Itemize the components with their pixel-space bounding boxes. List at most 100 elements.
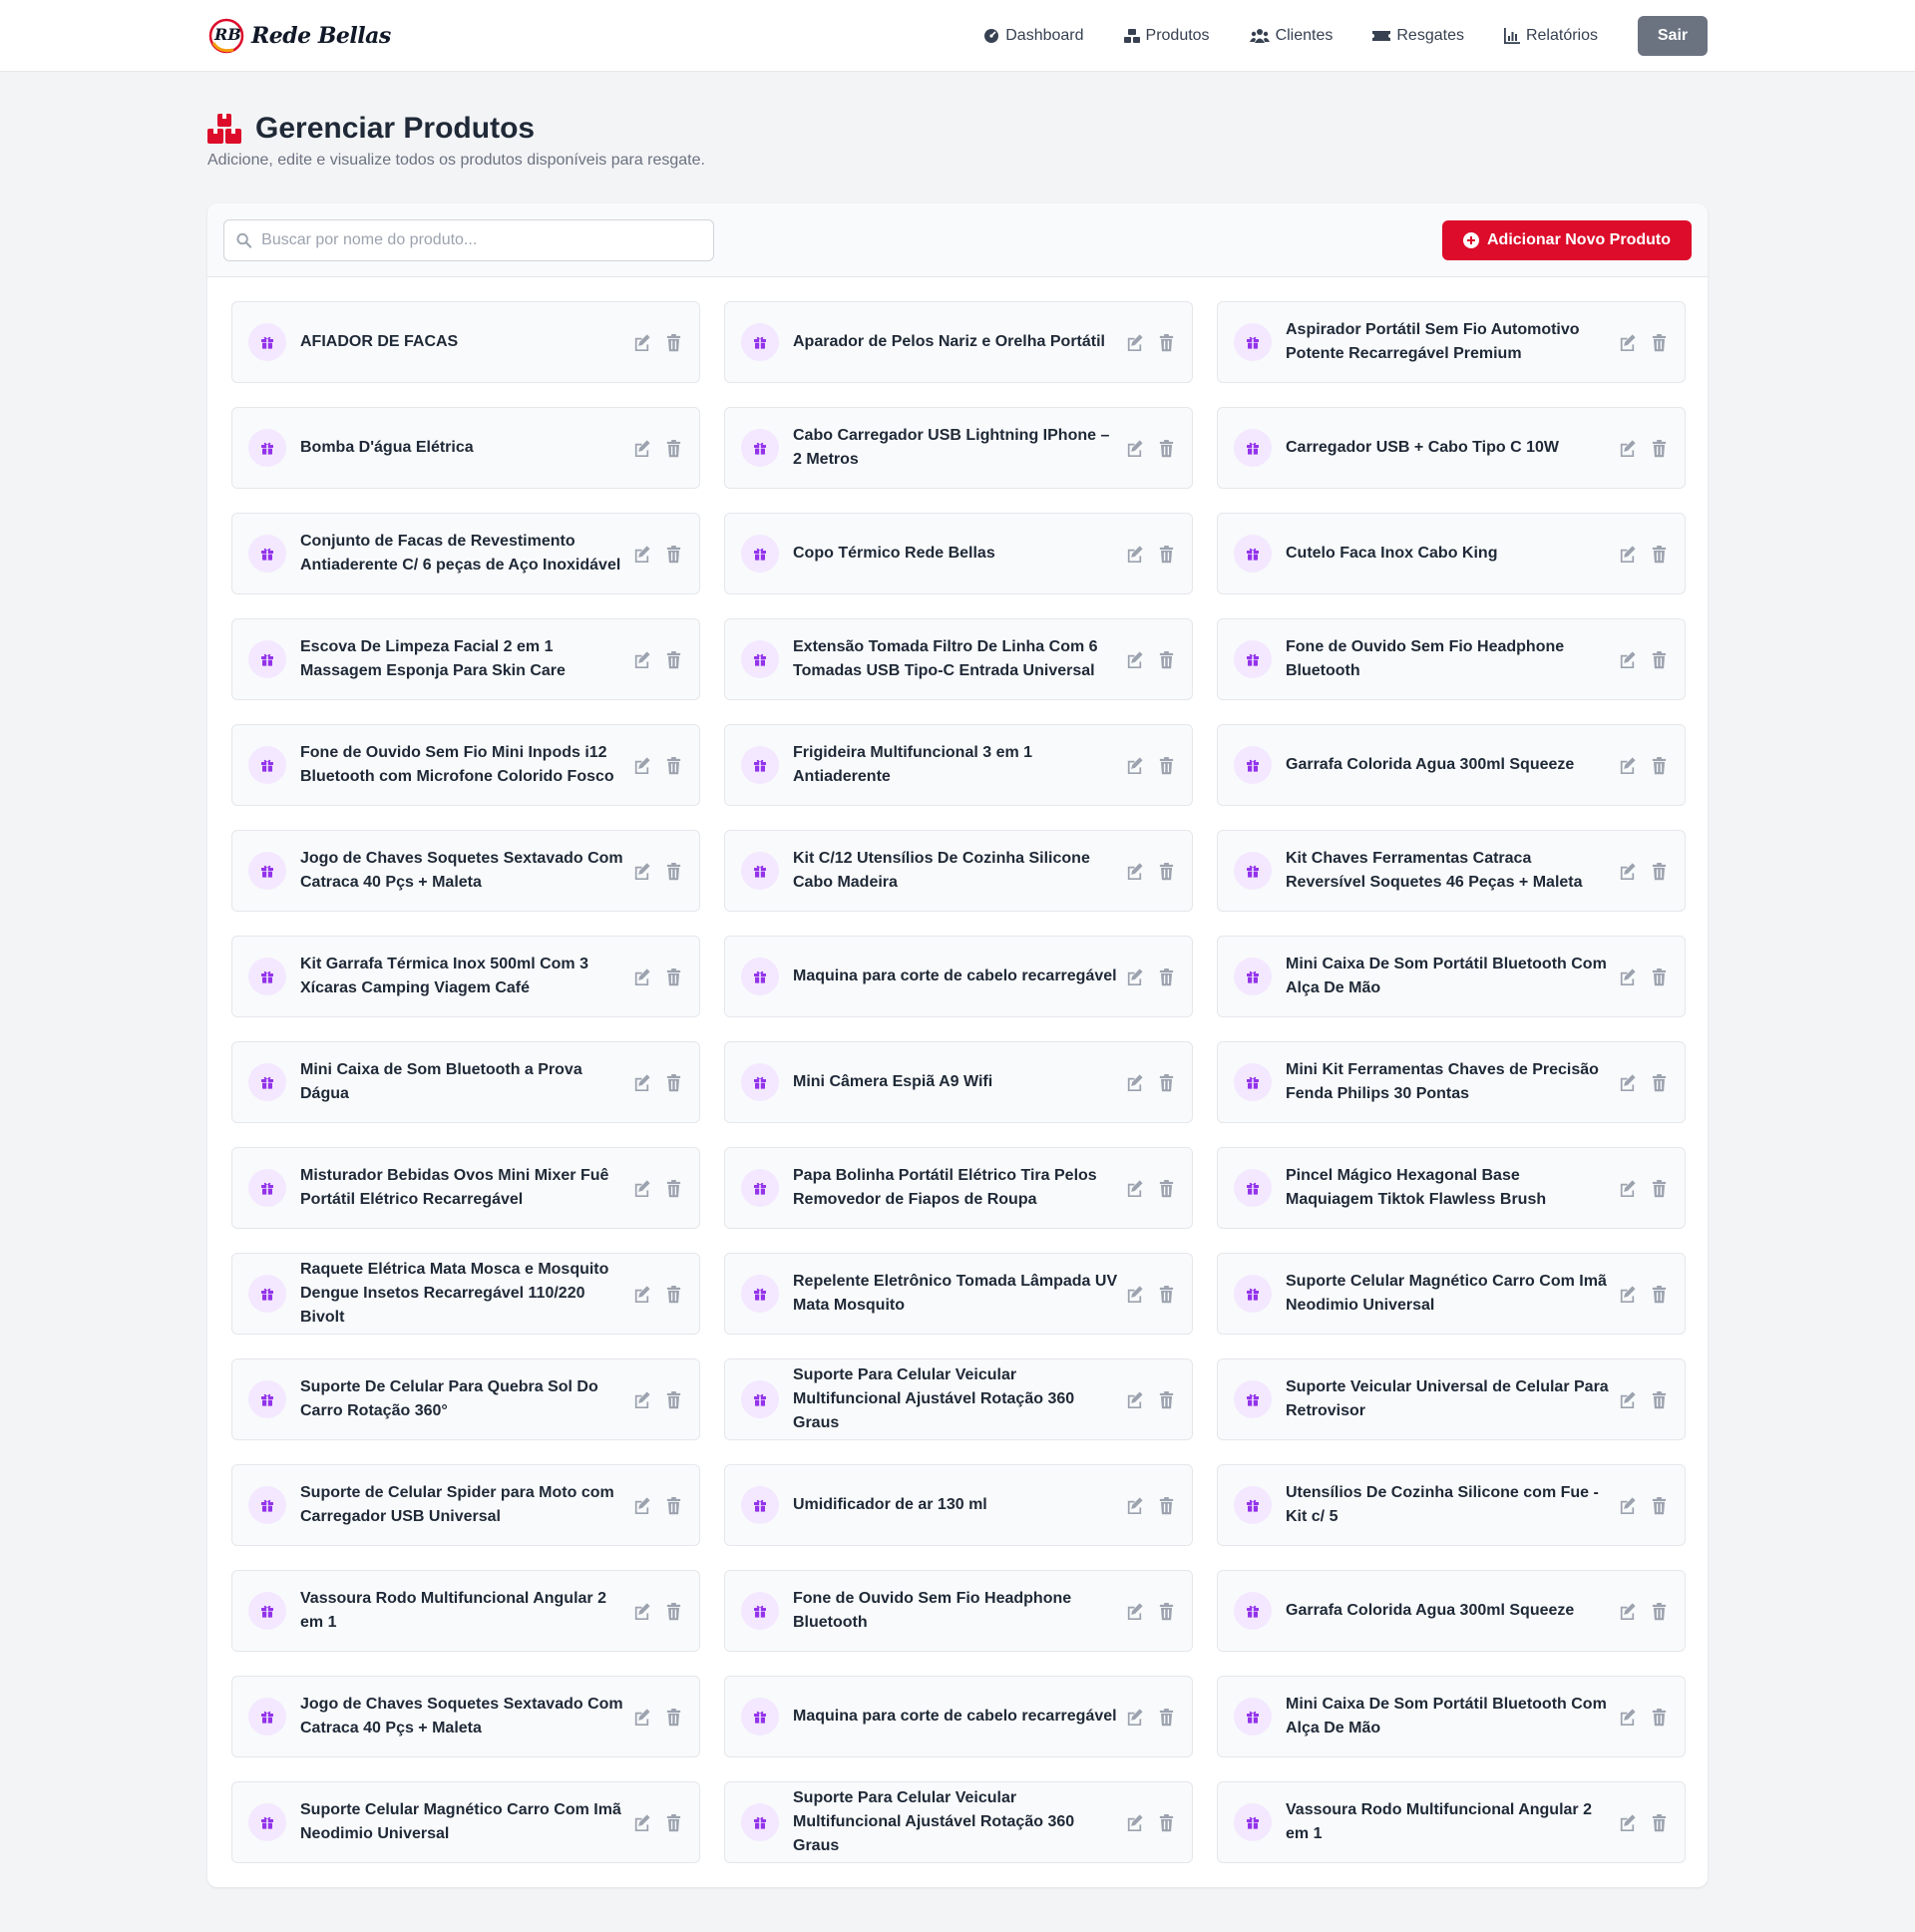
- edit-icon[interactable]: [631, 544, 651, 564]
- trash-icon[interactable]: [1649, 1495, 1669, 1515]
- trash-icon[interactable]: [1156, 755, 1176, 775]
- trash-icon[interactable]: [1649, 1284, 1669, 1304]
- trash-icon[interactable]: [1156, 1178, 1176, 1198]
- trash-icon[interactable]: [663, 1495, 683, 1515]
- nav-item-relatorios[interactable]: Relatórios: [1503, 27, 1598, 45]
- edit-icon[interactable]: [1617, 1495, 1637, 1515]
- edit-icon[interactable]: [631, 1389, 651, 1409]
- edit-icon[interactable]: [1124, 1072, 1144, 1092]
- trash-icon[interactable]: [1156, 1601, 1176, 1621]
- trash-icon[interactable]: [1156, 1707, 1176, 1727]
- trash-icon[interactable]: [663, 1178, 683, 1198]
- trash-icon[interactable]: [663, 966, 683, 986]
- edit-icon[interactable]: [631, 438, 651, 458]
- edit-icon[interactable]: [1617, 1072, 1637, 1092]
- edit-icon[interactable]: [1124, 1812, 1144, 1832]
- trash-icon[interactable]: [663, 649, 683, 669]
- edit-icon[interactable]: [1617, 1812, 1637, 1832]
- edit-icon[interactable]: [1617, 1284, 1637, 1304]
- edit-icon[interactable]: [631, 1178, 651, 1198]
- edit-icon[interactable]: [1124, 1389, 1144, 1409]
- trash-icon[interactable]: [1649, 1389, 1669, 1409]
- nav-item-produtos[interactable]: Produtos: [1123, 27, 1210, 45]
- nav-item-dashboard[interactable]: Dashboard: [983, 27, 1084, 45]
- trash-icon[interactable]: [1156, 1495, 1176, 1515]
- edit-icon[interactable]: [631, 755, 651, 775]
- trash-icon[interactable]: [1649, 861, 1669, 881]
- edit-icon[interactable]: [1124, 1495, 1144, 1515]
- edit-icon[interactable]: [631, 861, 651, 881]
- nav-item-resgates[interactable]: Resgates: [1372, 27, 1464, 45]
- trash-icon[interactable]: [1156, 1389, 1176, 1409]
- trash-icon[interactable]: [663, 544, 683, 564]
- trash-icon[interactable]: [1156, 332, 1176, 352]
- edit-icon[interactable]: [1617, 1389, 1637, 1409]
- edit-icon[interactable]: [1617, 755, 1637, 775]
- trash-icon[interactable]: [663, 1707, 683, 1727]
- edit-icon[interactable]: [1124, 755, 1144, 775]
- trash-icon[interactable]: [1156, 544, 1176, 564]
- edit-icon[interactable]: [1124, 1601, 1144, 1621]
- trash-icon[interactable]: [1649, 1601, 1669, 1621]
- edit-icon[interactable]: [1124, 1178, 1144, 1198]
- nav-item-label: Relatórios: [1525, 27, 1598, 44]
- edit-icon[interactable]: [631, 1284, 651, 1304]
- trash-icon[interactable]: [1649, 1812, 1669, 1832]
- trash-icon[interactable]: [1156, 1072, 1176, 1092]
- trash-icon[interactable]: [1649, 966, 1669, 986]
- edit-icon[interactable]: [1617, 544, 1637, 564]
- edit-icon[interactable]: [631, 1072, 651, 1092]
- trash-icon[interactable]: [663, 755, 683, 775]
- trash-icon[interactable]: [1649, 1072, 1669, 1092]
- edit-icon[interactable]: [1124, 1707, 1144, 1727]
- logout-button[interactable]: Sair: [1638, 16, 1708, 56]
- trash-icon[interactable]: [663, 1601, 683, 1621]
- edit-icon[interactable]: [1617, 438, 1637, 458]
- edit-icon[interactable]: [1124, 438, 1144, 458]
- edit-icon[interactable]: [1617, 966, 1637, 986]
- edit-icon[interactable]: [1617, 332, 1637, 352]
- trash-icon[interactable]: [663, 1389, 683, 1409]
- trash-icon[interactable]: [663, 1284, 683, 1304]
- trash-icon[interactable]: [1649, 332, 1669, 352]
- trash-icon[interactable]: [1156, 966, 1176, 986]
- edit-icon[interactable]: [631, 1707, 651, 1727]
- edit-icon[interactable]: [1124, 861, 1144, 881]
- trash-icon[interactable]: [1156, 438, 1176, 458]
- trash-icon[interactable]: [1156, 861, 1176, 881]
- trash-icon[interactable]: [1156, 649, 1176, 669]
- trash-icon[interactable]: [663, 332, 683, 352]
- trash-icon[interactable]: [1649, 544, 1669, 564]
- trash-icon[interactable]: [1649, 1707, 1669, 1727]
- trash-icon[interactable]: [1649, 649, 1669, 669]
- edit-icon[interactable]: [631, 1601, 651, 1621]
- trash-icon[interactable]: [663, 1072, 683, 1092]
- trash-icon[interactable]: [663, 1812, 683, 1832]
- add-product-button[interactable]: Adicionar Novo Produto: [1442, 219, 1692, 260]
- edit-icon[interactable]: [1124, 544, 1144, 564]
- edit-icon[interactable]: [631, 1812, 651, 1832]
- nav-item-clientes[interactable]: Clientes: [1249, 27, 1333, 45]
- trash-icon[interactable]: [663, 438, 683, 458]
- edit-icon[interactable]: [1124, 649, 1144, 669]
- edit-icon[interactable]: [1617, 1707, 1637, 1727]
- edit-icon[interactable]: [1617, 861, 1637, 881]
- edit-icon[interactable]: [1124, 332, 1144, 352]
- trash-icon[interactable]: [1156, 1812, 1176, 1832]
- search-input[interactable]: [261, 230, 701, 249]
- trash-icon[interactable]: [1649, 1178, 1669, 1198]
- brand[interactable]: RB Rede Bellas: [207, 17, 391, 55]
- edit-icon[interactable]: [631, 966, 651, 986]
- trash-icon[interactable]: [1649, 755, 1669, 775]
- edit-icon[interactable]: [1617, 1601, 1637, 1621]
- edit-icon[interactable]: [631, 1495, 651, 1515]
- edit-icon[interactable]: [631, 332, 651, 352]
- edit-icon[interactable]: [1124, 966, 1144, 986]
- edit-icon[interactable]: [1617, 1178, 1637, 1198]
- trash-icon[interactable]: [1156, 1284, 1176, 1304]
- edit-icon[interactable]: [631, 649, 651, 669]
- trash-icon[interactable]: [663, 861, 683, 881]
- edit-icon[interactable]: [1124, 1284, 1144, 1304]
- edit-icon[interactable]: [1617, 649, 1637, 669]
- trash-icon[interactable]: [1649, 438, 1669, 458]
